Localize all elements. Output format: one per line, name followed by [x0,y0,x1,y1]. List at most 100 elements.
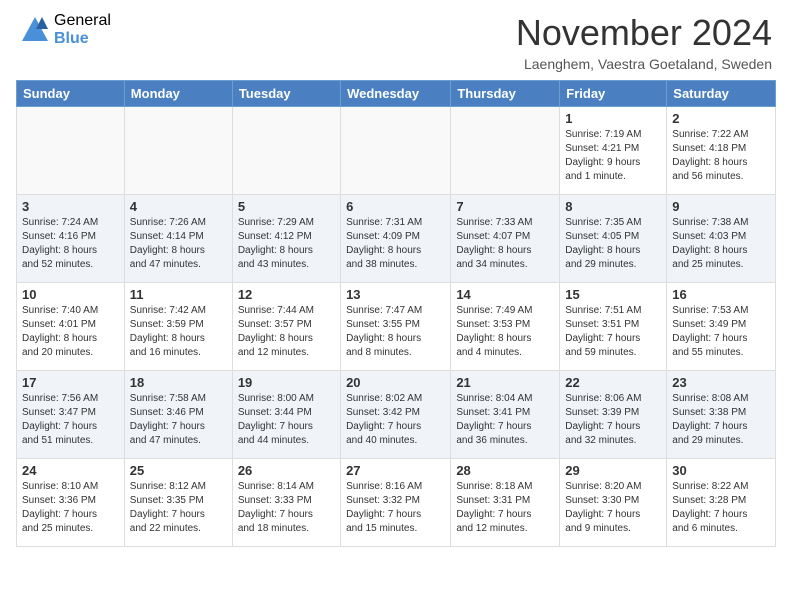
day-cell: 26 Sunrise: 8:14 AM Sunset: 3:33 PM Dayli… [232,459,340,547]
day-cell: 21 Sunrise: 8:04 AM Sunset: 3:41 PM Dayli… [451,371,560,459]
day-cell: 5Sunrise: 7:29 AM Sunset: 4:12 PM Daylig… [232,195,340,283]
day-info: Sunrise: 7:42 AM Sunset: 3:59 PM Dayligh… [130,304,227,360]
day-info: Sunrise: 7:31 AM Sunset: 4:09 PM Dayligh… [346,216,445,272]
day-cell: 4 Sunrise: 7:26 AM Sunset: 4:14 PM Daylig… [124,195,232,283]
day-info: Sunrise: 7:47 AM Sunset: 3:55 PM Dayligh… [346,304,445,360]
day-cell: 30Sunrise: 8:22 AM Sunset: 3:28 PM Dayli… [667,459,776,547]
day-number: 10 [22,287,119,302]
logo: General Blue [20,12,111,47]
day-info: Sunrise: 8:20 AM Sunset: 3:30 PM Dayligh… [565,480,661,536]
day-info: Sunrise: 8:06 AM Sunset: 3:39 PM Dayligh… [565,392,661,448]
day-cell: 25 Sunrise: 8:12 AM Sunset: 3:35 PM Dayli… [124,459,232,547]
day-cell: 8 Sunrise: 7:35 AM Sunset: 4:05 PM Daylig… [560,195,667,283]
day-info: Sunrise: 7:44 AM Sunset: 3:57 PM Dayligh… [238,304,335,360]
day-info: Sunrise: 8:02 AM Sunset: 3:42 PM Dayligh… [346,392,445,448]
day-number: 11 [130,287,227,302]
day-cell: 2 Sunrise: 7:22 AM Sunset: 4:18 PM Daylig… [667,107,776,195]
day-cell: 28 Sunrise: 8:18 AM Sunset: 3:31 PM Dayli… [451,459,560,547]
header: General Blue November 2024 Laenghem, Vae… [0,0,792,80]
day-cell: 13 Sunrise: 7:47 AM Sunset: 3:55 PM Dayli… [341,283,451,371]
day-cell [451,107,560,195]
day-info: Sunrise: 7:40 AM Sunset: 4:01 PM Dayligh… [22,304,119,360]
day-number: 14 [456,287,554,302]
day-cell [17,107,125,195]
calendar-wrapper: Sunday Monday Tuesday Wednesday Thursday… [0,80,792,555]
day-info: Sunrise: 7:22 AM Sunset: 4:18 PM Dayligh… [672,128,770,184]
day-cell: 22 Sunrise: 8:06 AM Sunset: 3:39 PM Dayli… [560,371,667,459]
day-number: 8 [565,199,661,214]
day-cell: 17 Sunrise: 7:56 AM Sunset: 3:47 PM Dayli… [17,371,125,459]
day-cell: 18Sunrise: 7:58 AM Sunset: 3:46 PM Dayli… [124,371,232,459]
day-info: Sunrise: 7:26 AM Sunset: 4:14 PM Dayligh… [130,216,227,272]
day-info: Sunrise: 8:14 AM Sunset: 3:33 PM Dayligh… [238,480,335,536]
day-number: 23 [672,375,770,390]
header-friday: Friday [560,81,667,107]
day-number: 24 [22,463,119,478]
day-info: Sunrise: 8:22 AM Sunset: 3:28 PM Dayligh… [672,480,770,536]
day-info: Sunrise: 7:53 AM Sunset: 3:49 PM Dayligh… [672,304,770,360]
day-info: Sunrise: 8:00 AM Sunset: 3:44 PM Dayligh… [238,392,335,448]
day-number: 2 [672,111,770,126]
logo-icon [20,15,50,45]
day-info: Sunrise: 7:56 AM Sunset: 3:47 PM Dayligh… [22,392,119,448]
day-cell [341,107,451,195]
logo-blue: Blue [54,30,111,48]
day-number: 4 [130,199,227,214]
day-info: Sunrise: 7:38 AM Sunset: 4:03 PM Dayligh… [672,216,770,272]
day-cell: 16 Sunrise: 7:53 AM Sunset: 3:49 PM Dayli… [667,283,776,371]
day-cell: 1 Sunrise: 7:19 AM Sunset: 4:21 PM Daylig… [560,107,667,195]
day-number: 17 [22,375,119,390]
header-wednesday: Wednesday [341,81,451,107]
day-info: Sunrise: 7:19 AM Sunset: 4:21 PM Dayligh… [565,128,661,184]
day-info: Sunrise: 8:18 AM Sunset: 3:31 PM Dayligh… [456,480,554,536]
header-tuesday: Tuesday [232,81,340,107]
day-cell [124,107,232,195]
day-number: 22 [565,375,661,390]
day-info: Sunrise: 8:10 AM Sunset: 3:36 PM Dayligh… [22,480,119,536]
header-monday: Monday [124,81,232,107]
day-number: 6 [346,199,445,214]
day-number: 15 [565,287,661,302]
logo-general: General [54,12,111,30]
day-number: 19 [238,375,335,390]
day-number: 5 [238,199,335,214]
day-number: 18 [130,375,227,390]
day-number: 9 [672,199,770,214]
location: Laenghem, Vaestra Goetaland, Sweden [516,56,772,72]
day-info: Sunrise: 8:12 AM Sunset: 3:35 PM Dayligh… [130,480,227,536]
day-cell: 3 Sunrise: 7:24 AM Sunset: 4:16 PM Daylig… [17,195,125,283]
day-info: Sunrise: 7:49 AM Sunset: 3:53 PM Dayligh… [456,304,554,360]
day-info: Sunrise: 8:08 AM Sunset: 3:38 PM Dayligh… [672,392,770,448]
day-info: Sunrise: 7:51 AM Sunset: 3:51 PM Dayligh… [565,304,661,360]
day-cell: 15 Sunrise: 7:51 AM Sunset: 3:51 PM Dayli… [560,283,667,371]
logo-text: General Blue [54,12,111,47]
day-cell: 23 Sunrise: 8:08 AM Sunset: 3:38 PM Dayli… [667,371,776,459]
day-number: 29 [565,463,661,478]
header-saturday: Saturday [667,81,776,107]
day-number: 1 [565,111,661,126]
day-info: Sunrise: 7:33 AM Sunset: 4:07 PM Dayligh… [456,216,554,272]
header-sunday: Sunday [17,81,125,107]
day-number: 25 [130,463,227,478]
day-cell: 11 Sunrise: 7:42 AM Sunset: 3:59 PM Dayli… [124,283,232,371]
header-thursday: Thursday [451,81,560,107]
page-container: General Blue November 2024 Laenghem, Vae… [0,0,792,555]
day-cell [232,107,340,195]
title-area: November 2024 Laenghem, Vaestra Goetalan… [516,12,772,72]
day-info: Sunrise: 8:04 AM Sunset: 3:41 PM Dayligh… [456,392,554,448]
day-cell: 20Sunrise: 8:02 AM Sunset: 3:42 PM Dayli… [341,371,451,459]
day-cell: 6 Sunrise: 7:31 AM Sunset: 4:09 PM Daylig… [341,195,451,283]
day-number: 27 [346,463,445,478]
day-cell: 24 Sunrise: 8:10 AM Sunset: 3:36 PM Dayli… [17,459,125,547]
day-number: 21 [456,375,554,390]
day-number: 28 [456,463,554,478]
day-number: 16 [672,287,770,302]
day-number: 13 [346,287,445,302]
day-number: 7 [456,199,554,214]
day-cell: 9 Sunrise: 7:38 AM Sunset: 4:03 PM Daylig… [667,195,776,283]
day-cell: 27Sunrise: 8:16 AM Sunset: 3:32 PM Dayli… [341,459,451,547]
day-number: 3 [22,199,119,214]
day-number: 26 [238,463,335,478]
day-info: Sunrise: 7:24 AM Sunset: 4:16 PM Dayligh… [22,216,119,272]
day-info: Sunrise: 7:35 AM Sunset: 4:05 PM Dayligh… [565,216,661,272]
